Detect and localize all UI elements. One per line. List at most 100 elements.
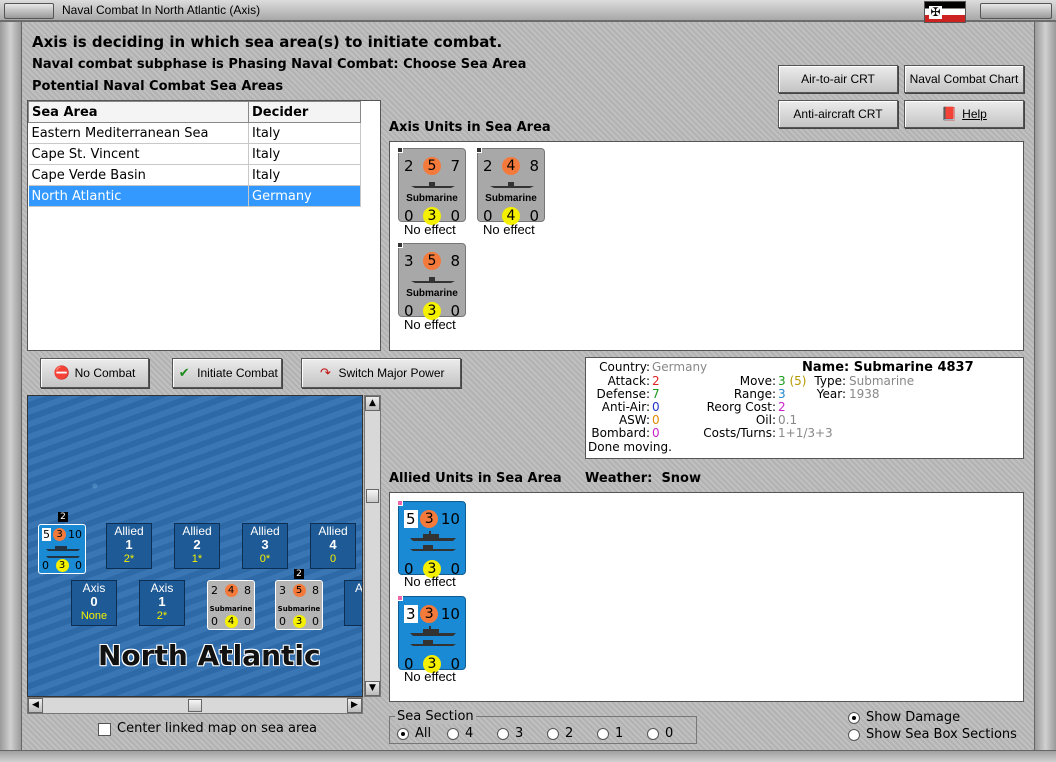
anti-aircraft-crt-button[interactable]: Anti-aircraft CRT xyxy=(778,100,898,128)
axis-units-label: Axis Units in Sea Area xyxy=(389,120,551,135)
costs-value: 1+1/3+3 xyxy=(778,426,833,440)
table-row[interactable]: Cape St. Vincent Italy xyxy=(28,143,361,165)
radio-label: 4 xyxy=(465,726,474,741)
unit-marker-icon xyxy=(397,147,403,153)
unit-name-line: Name: Submarine 4837 xyxy=(802,360,974,375)
show-sea-box-sections-radio[interactable] xyxy=(848,729,860,741)
sea-section-radio-2[interactable] xyxy=(547,728,559,740)
column-header-sea-area[interactable]: Sea Area xyxy=(28,101,249,123)
window-menu-icon[interactable] xyxy=(4,3,54,19)
box-label: Allied xyxy=(318,524,348,538)
show-damage-radio[interactable] xyxy=(848,712,860,724)
column-header-decider[interactable]: Decider xyxy=(248,101,361,123)
antiair-value: 0 xyxy=(652,400,660,414)
country-label: Country: xyxy=(599,360,650,374)
allied-sea-box-2[interactable]: Allied 2 1* xyxy=(174,523,220,569)
unit-name: Submarine xyxy=(406,288,458,299)
unit-marker-icon xyxy=(397,500,403,506)
axis-unit-counter[interactable]: 248 Submarine 040 xyxy=(476,147,545,225)
radio-label: 2 xyxy=(565,726,574,741)
unit-stat: 10 xyxy=(68,528,82,541)
allied-unit-counter[interactable]: 3 3 10 030 xyxy=(397,595,466,673)
sea-section-radio-4[interactable] xyxy=(447,728,459,740)
map-vertical-scrollbar[interactable]: ▲ ▼ xyxy=(364,395,381,697)
unit-stat: 3 xyxy=(292,615,306,628)
allied-unit-counter[interactable]: 5 3 10 030 xyxy=(397,500,466,578)
scroll-down-icon[interactable]: ▼ xyxy=(365,681,380,696)
unit-stat: 0 xyxy=(244,615,251,628)
scroll-thumb[interactable] xyxy=(366,489,379,503)
book-icon: 📕 xyxy=(941,106,958,121)
axis-sea-box-partial[interactable]: A xyxy=(344,580,362,626)
allied-sea-box-4[interactable]: Allied 4 0 xyxy=(310,523,356,569)
sea-section-radio-1[interactable] xyxy=(597,728,609,740)
axis-unit-counter[interactable]: 358 Submarine 030 xyxy=(397,242,466,320)
country-value: Germany xyxy=(652,360,708,374)
oil-value: 0.1 xyxy=(778,413,798,427)
scroll-left-icon[interactable]: ◀ xyxy=(28,698,43,713)
unit-stat: 0 xyxy=(75,559,82,572)
axis-unit-counter[interactable]: 257 Submarine 030 xyxy=(397,147,466,225)
sea-area-table: Sea Area Decider Eastern Mediterranean S… xyxy=(28,101,361,207)
box-number: 2 xyxy=(193,537,201,552)
sea-section-radio-0[interactable] xyxy=(647,728,659,740)
subphase-text: Naval combat subphase is Phasing Naval C… xyxy=(32,57,527,72)
map-horizontal-scrollbar[interactable]: ◀ ▶ xyxy=(27,697,363,714)
sea-area-cell: Cape Verde Basin xyxy=(28,164,249,186)
sea-section-radio-3[interactable] xyxy=(497,728,509,740)
reorg-label: Reorg Cost: xyxy=(706,400,776,414)
initiate-combat-button[interactable]: ✔ Initiate Combat xyxy=(172,358,282,388)
costs-label: Costs/Turns: xyxy=(703,426,776,440)
unit-stat: 10 xyxy=(440,510,460,528)
center-linked-map-checkbox[interactable] xyxy=(98,723,111,736)
table-row-selected[interactable]: North Atlantic Germany xyxy=(28,185,361,207)
window-title: Naval Combat In North Atlantic (Axis) xyxy=(62,3,261,17)
naval-combat-chart-button[interactable]: Naval Combat Chart xyxy=(904,65,1024,93)
sea-area-map[interactable]: 2 5 3 10 030 Allied 1 2* Allied 2 1* Allied 3 0*… xyxy=(27,395,363,697)
axis-sea-box-0[interactable]: Axis 0 None xyxy=(71,580,117,626)
sea-area-table-container[interactable]: Sea Area Decider Eastern Mediterranean S… xyxy=(27,100,381,351)
scroll-up-icon[interactable]: ▲ xyxy=(365,396,380,411)
allied-units-panel[interactable]: 5 3 10 030 No effect 3 3 10 030 No effect xyxy=(389,492,1024,702)
weather-label: Weather: xyxy=(585,471,653,486)
no-combat-button[interactable]: ⛔ No Combat xyxy=(40,358,149,388)
unit-effect: No effect xyxy=(404,669,456,684)
radio-label: 0 xyxy=(665,726,674,741)
allied-units-label: Allied Units in Sea Area xyxy=(389,471,562,486)
axis-sea-box-1[interactable]: Axis 1 2* xyxy=(139,580,185,626)
allied-sea-box-3[interactable]: Allied 3 0* xyxy=(242,523,288,569)
range-value: 3 xyxy=(778,387,786,401)
scroll-thumb[interactable] xyxy=(188,699,202,712)
unit-name: Submarine xyxy=(209,605,253,613)
unit-name: Submarine xyxy=(485,193,537,204)
table-row[interactable]: Eastern Mediterranean Sea Italy xyxy=(28,122,361,144)
help-button[interactable]: 📕 Help xyxy=(904,100,1024,128)
table-row[interactable]: Cape Verde Basin Italy xyxy=(28,164,361,186)
axis-units-panel[interactable]: 257 Submarine 030 No effect 248 Submarin… xyxy=(389,141,1024,351)
unit-effect: No effect xyxy=(404,222,456,237)
defense-label: Defense: xyxy=(596,387,650,401)
naval-combat-chart-label: Naval Combat Chart xyxy=(909,72,1019,86)
window-controls[interactable] xyxy=(980,3,1052,19)
unit-effect: No effect xyxy=(404,317,456,332)
box-number: 3 xyxy=(261,537,269,552)
switch-major-power-button[interactable]: ↷ Switch Major Power xyxy=(301,358,461,388)
left-frame xyxy=(0,22,22,762)
move-value-number: 3 xyxy=(778,374,786,388)
allied-sea-box-1[interactable]: Allied 1 2* xyxy=(106,523,152,569)
map-allied-unit[interactable]: 5 3 10 030 xyxy=(38,524,86,574)
decider-cell: Italy xyxy=(248,122,361,144)
weather-value: Snow xyxy=(661,471,701,486)
unit-marker-icon xyxy=(397,242,403,248)
type-value: Submarine xyxy=(849,374,915,388)
switch-major-power-label: Switch Major Power xyxy=(338,366,445,380)
air-to-air-crt-label: Air-to-air CRT xyxy=(801,72,875,86)
scroll-right-icon[interactable]: ▶ xyxy=(347,698,362,713)
air-to-air-crt-button[interactable]: Air-to-air CRT xyxy=(778,65,898,93)
map-axis-unit[interactable]: 358 Submarine 030 xyxy=(275,580,323,630)
range-label: Range: xyxy=(733,387,776,401)
title-bar[interactable]: Naval Combat In North Atlantic (Axis) xyxy=(0,0,1056,22)
map-axis-unit[interactable]: 248 Submarine 040 xyxy=(207,580,255,630)
box-label: Allied xyxy=(182,524,212,538)
sea-section-radio-all[interactable] xyxy=(397,728,409,740)
